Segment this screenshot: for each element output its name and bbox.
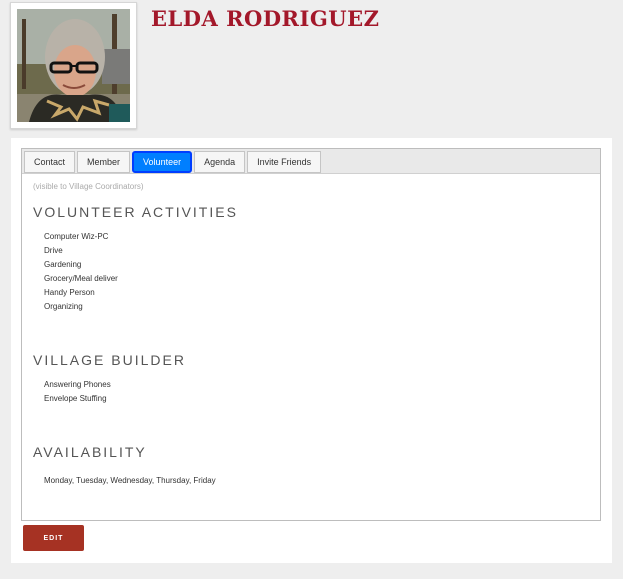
section-title-village-builder: VILLAGE BUILDER <box>33 352 186 368</box>
availability-section: AVAILABILITY Monday, Tuesday, Wednesday,… <box>33 444 589 485</box>
list-item: Computer Wiz-PC <box>44 232 109 241</box>
tab-volunteer[interactable]: Volunteer <box>132 151 193 173</box>
list-item: Organizing <box>44 302 83 311</box>
tab-invite-friends[interactable]: Invite Friends <box>247 151 322 173</box>
list-item: Answering Phones <box>44 380 111 389</box>
section-title-volunteer-activities: VOLUNTEER ACTIVITIES <box>33 204 238 220</box>
list-item: Envelope Stuffing <box>44 394 107 403</box>
tab-agenda[interactable]: Agenda <box>194 151 246 173</box>
list-item: Drive <box>44 246 63 255</box>
profile-name: ELDA RODRIGUEZ <box>151 6 380 31</box>
list-item: Gardening <box>44 260 82 269</box>
visibility-note: (visible to Village Coordinators) <box>33 182 144 191</box>
profile-card: Contact Member Volunteer Agenda Invite F… <box>11 138 612 563</box>
village-builder-list: Answering Phones Envelope Stuffing <box>33 378 589 406</box>
list-item: Handy Person <box>44 288 95 297</box>
profile-photo-frame <box>10 2 137 129</box>
volunteer-activities-list: Computer Wiz-PC Drive Gardening Grocery/… <box>33 230 589 314</box>
volunteer-activities-section: VOLUNTEER ACTIVITIES Computer Wiz-PC Dri… <box>33 204 589 314</box>
tab-bar: Contact Member Volunteer Agenda Invite F… <box>22 149 600 174</box>
list-item: Grocery/Meal deliver <box>44 274 118 283</box>
tabs-panel: Contact Member Volunteer Agenda Invite F… <box>21 148 601 521</box>
edit-button[interactable]: EDIT <box>23 525 84 551</box>
tab-contact[interactable]: Contact <box>24 151 76 173</box>
profile-photo-image <box>17 9 130 122</box>
profile-photo <box>17 9 130 122</box>
availability-days: Monday, Tuesday, Wednesday, Thursday, Fr… <box>44 476 216 485</box>
volunteer-tab-content: (visible to Village Coordinators) VOLUNT… <box>22 174 600 485</box>
section-title-availability: AVAILABILITY <box>33 444 147 460</box>
tab-member[interactable]: Member <box>77 151 131 173</box>
village-builder-section: VILLAGE BUILDER Answering Phones Envelop… <box>33 352 589 406</box>
